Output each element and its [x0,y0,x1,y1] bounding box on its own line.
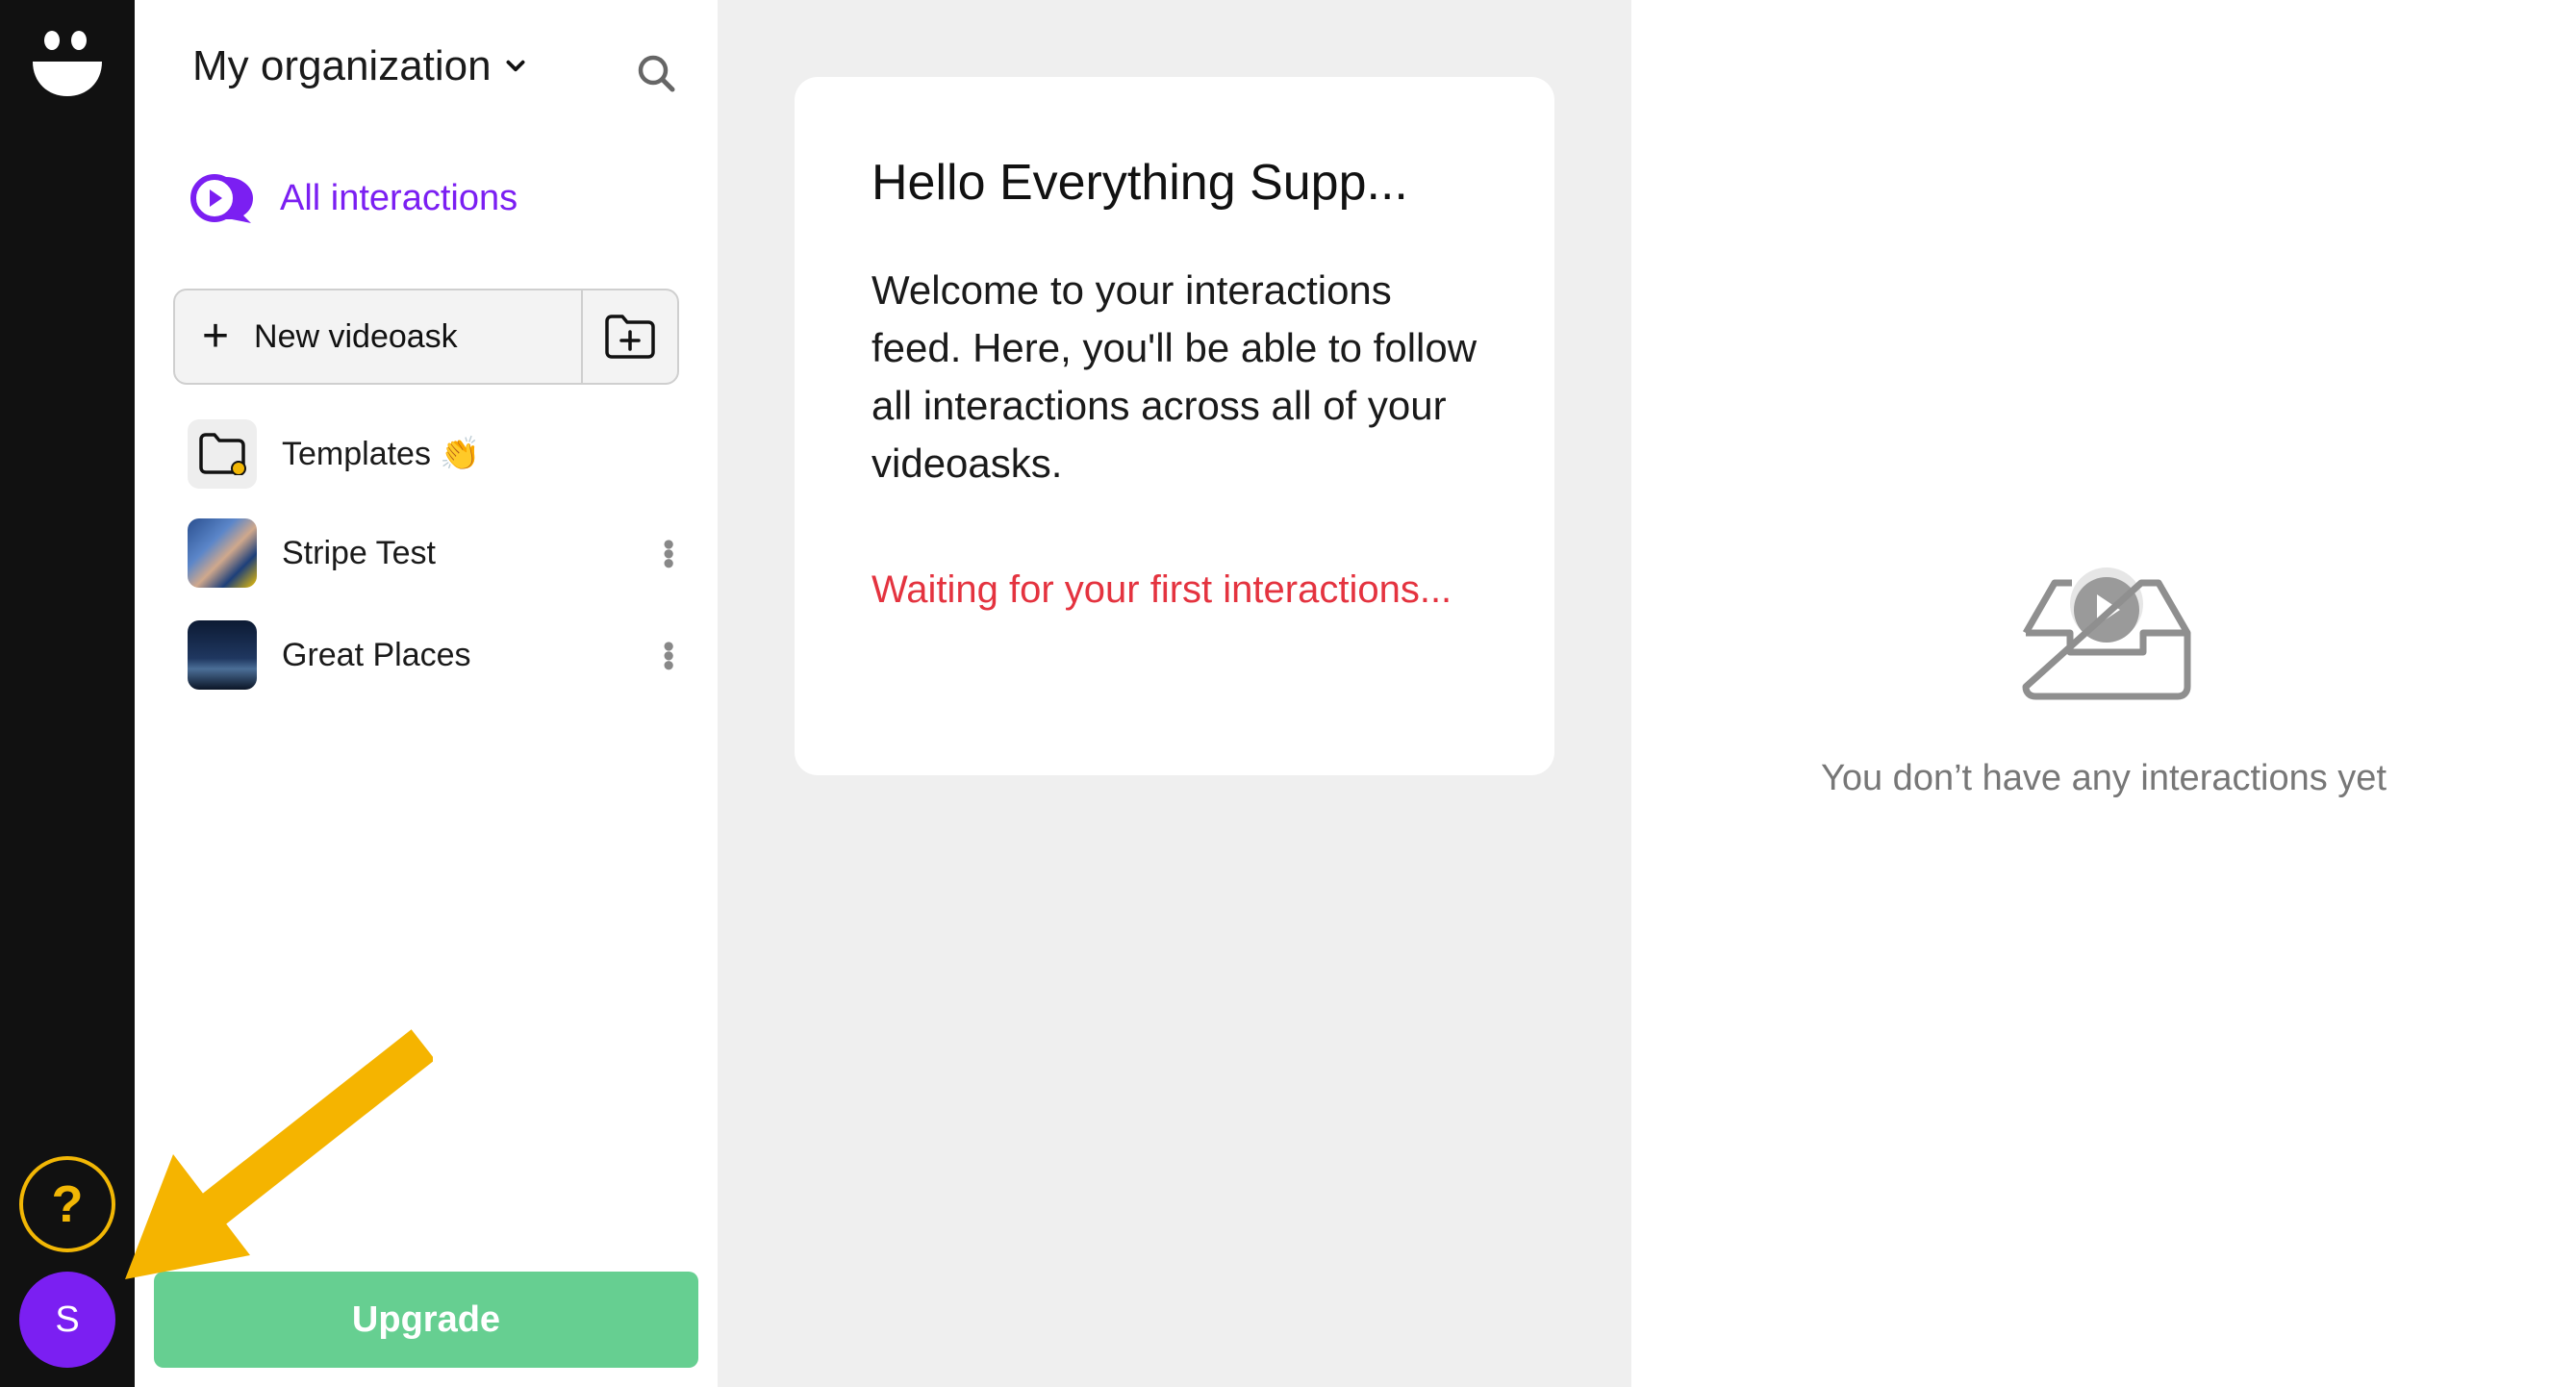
search-icon[interactable] [635,52,677,94]
welcome-title: Hello Everything Supp... [871,155,1408,211]
interaction-detail-panel: You don’t have any interactions yet [1631,0,2576,1387]
list-item-templates[interactable]: Templates 👏 [188,419,688,489]
new-folder-button[interactable] [581,290,677,383]
list-item-great-places[interactable]: Great Places ••• [188,620,688,690]
welcome-body: Welcome to your interactions feed. Here,… [871,267,1477,486]
interactions-feed: Hello Everything Supp... Welcome to your… [718,0,1631,1387]
new-videoask-button[interactable]: + New videoask [175,290,581,383]
interactions-bubble-icon [190,174,253,223]
videoask-thumbnail [188,518,257,588]
list-item-label: Great Places [282,636,471,673]
empty-inbox-icon [2022,567,2191,700]
app-rail: ? S [0,0,135,1387]
nav-all-interactions[interactable]: All interactions [188,169,518,227]
organization-name: My organization [192,42,492,89]
list-item-stripe-test[interactable]: Stripe Test ••• [188,518,688,588]
empty-state-text: You don’t have any interactions yet [1821,758,2387,798]
videoask-thumbnail [188,620,257,690]
more-options-icon[interactable]: ••• [649,641,688,669]
new-videoask-group: + New videoask [173,289,679,385]
organization-selector[interactable]: My organization [192,42,528,90]
upgrade-button[interactable]: Upgrade [154,1272,698,1368]
list-item-label: Stripe Test [282,534,437,571]
list-item-label: Templates 👏 [282,436,481,472]
nav-all-interactions-label: All interactions [280,177,518,218]
user-avatar[interactable]: S [19,1272,115,1368]
help-button[interactable]: ? [19,1156,115,1252]
chevron-down-icon [506,60,525,72]
sidebar: My organization All interactions + New v… [135,0,718,1387]
new-videoask-label: New videoask [254,317,458,355]
waiting-status: Waiting for your first interactions... [871,568,1452,611]
more-options-icon[interactable]: ••• [649,539,688,567]
folder-icon [188,419,257,489]
folder-plus-icon [605,315,655,359]
videoask-logo-icon[interactable] [29,25,106,102]
plus-icon: + [202,311,230,362]
welcome-card: Hello Everything Supp... Welcome to your… [795,77,1554,775]
